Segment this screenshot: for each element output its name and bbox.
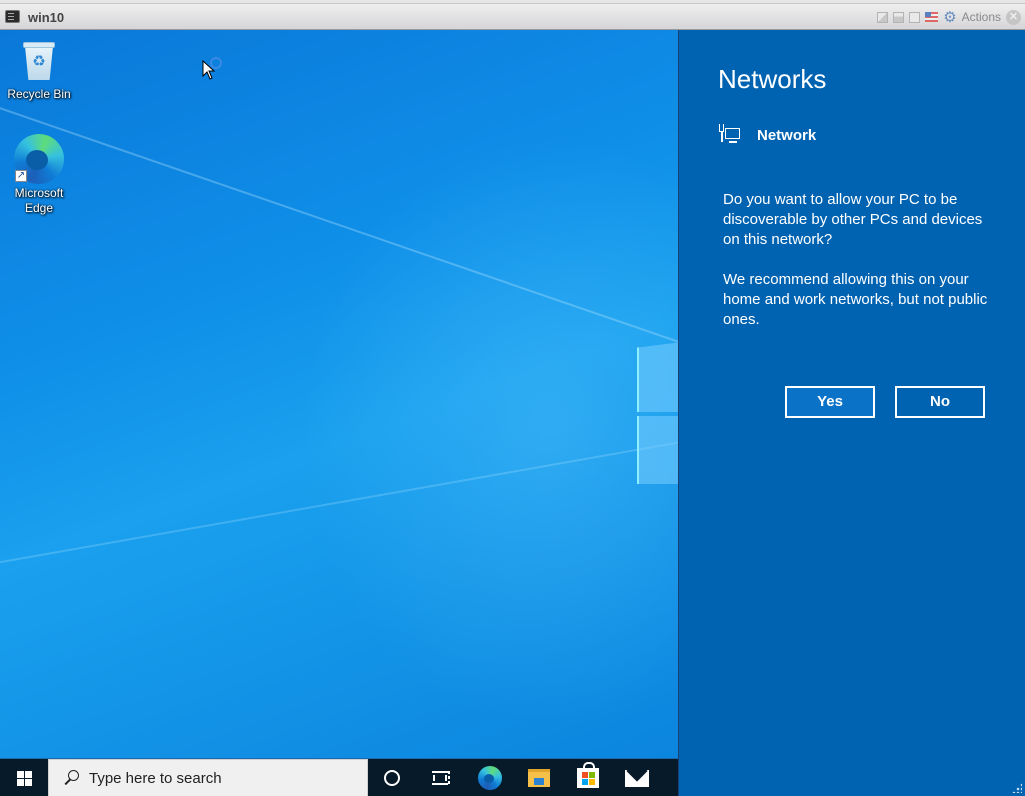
unity-mode-icon[interactable] (877, 11, 889, 23)
cortana-button[interactable] (368, 759, 416, 796)
wallpaper-window-pane (637, 342, 678, 412)
discoverable-question: Do you want to allow your PC to be disco… (723, 191, 983, 248)
task-view-icon (432, 771, 450, 785)
shortcut-arrow-icon: ↗ (15, 170, 27, 182)
resize-grip-icon[interactable] (1012, 783, 1022, 793)
task-view-button[interactable] (416, 759, 464, 796)
actions-menu-button[interactable]: Actions (962, 10, 1001, 24)
wallpaper-window-pane (637, 416, 678, 484)
windows-logo-icon (16, 770, 32, 786)
console-controls: ⚙ Actions ✕ (877, 8, 1021, 26)
cortana-icon (384, 770, 400, 786)
taskbar-edge-button[interactable] (466, 759, 514, 796)
desktop-icon-recycle-bin[interactable]: ♻ Recycle Bin (1, 38, 77, 102)
taskbar-search-box[interactable]: Type here to search (48, 759, 368, 796)
edge-icon (478, 766, 502, 790)
vm-title: win10 (28, 10, 65, 25)
console-title-bar: win10 ⚙ Actions ✕ (0, 3, 1025, 30)
folder-icon (528, 769, 550, 787)
file-explorer-button[interactable] (515, 759, 563, 796)
mail-icon (625, 769, 649, 787)
search-icon (61, 768, 81, 788)
mouse-cursor-icon (202, 60, 216, 80)
store-bag-icon (577, 762, 599, 788)
fullscreen-icon[interactable] (909, 11, 921, 23)
fit-window-icon[interactable] (893, 11, 905, 23)
desktop-icon-label: Microsoft Edge (14, 186, 64, 215)
network-item: Network (719, 124, 816, 146)
recycle-bin-icon: ♻ (21, 40, 57, 82)
microsoft-store-button[interactable] (564, 759, 612, 796)
ethernet-network-icon (719, 124, 743, 146)
recommendation-text: We recommend allowing this on your home … (723, 271, 988, 328)
vm-console-icon (5, 10, 20, 23)
close-icon[interactable]: ✕ (1006, 9, 1021, 25)
mail-button[interactable] (613, 759, 661, 796)
flyout-title: Networks (718, 64, 827, 94)
search-placeholder: Type here to search (89, 769, 222, 787)
taskbar: Type here to search (0, 758, 678, 796)
gear-icon[interactable]: ⚙ (943, 10, 956, 25)
networks-flyout: Networks Network Do you want to allow yo… (678, 30, 1025, 796)
desktop-icon-label: Recycle Bin (7, 87, 71, 101)
keyboard-language-flag-icon[interactable] (925, 12, 939, 22)
network-name: Network (757, 126, 817, 144)
desktop-icon-microsoft-edge[interactable]: ↗ Microsoft Edge (1, 134, 77, 216)
wallpaper-glow (300, 130, 678, 730)
desktop[interactable]: ♻ Recycle Bin ↗ Microsoft Edge (0, 30, 678, 758)
no-button[interactable]: No (895, 386, 985, 418)
start-button[interactable] (0, 759, 48, 796)
yes-button[interactable]: Yes (785, 386, 875, 418)
